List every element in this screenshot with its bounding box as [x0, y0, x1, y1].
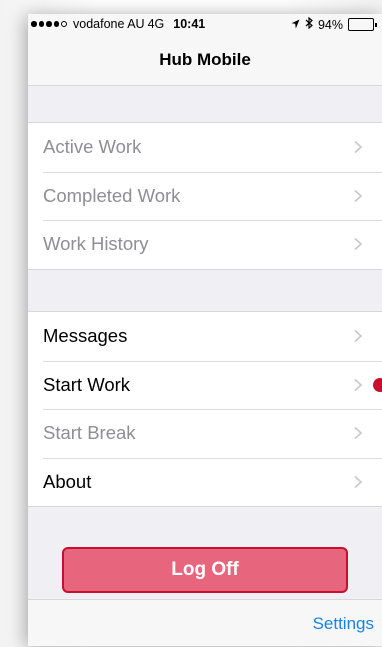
menu-item-about[interactable]: About [28, 457, 382, 507]
menu-item-start-work[interactable]: Start Work [28, 360, 382, 410]
signal-icon [31, 21, 67, 27]
chevron-right-icon [352, 329, 364, 343]
chevron-right-icon [352, 475, 364, 489]
menu-item-label: About [43, 471, 92, 493]
menu-item-active-work[interactable]: Active Work [28, 123, 382, 172]
menu-item-work-history[interactable]: Work History [28, 220, 382, 269]
chevron-right-icon [352, 140, 364, 154]
menu-item-messages[interactable]: Messages [28, 312, 382, 361]
notification-badge [373, 377, 382, 392]
screenshot-frame: vodafone AU 4G 10:41 94% Hub Mobile Acti… [0, 0, 382, 647]
status-left: vodafone AU 4G 10:41 [31, 17, 205, 31]
carrier-label: vodafone AU [73, 17, 145, 31]
page-title: Hub Mobile [159, 49, 251, 69]
bottom-toolbar: Settings [28, 599, 382, 646]
status-right: 94% [291, 16, 377, 32]
phone-screen: vodafone AU 4G 10:41 94% Hub Mobile Acti… [28, 14, 382, 646]
status-time: 10:41 [173, 17, 206, 31]
bluetooth-icon [305, 16, 313, 32]
battery-icon [348, 18, 377, 31]
location-arrow-icon [291, 18, 300, 32]
chevron-right-icon [352, 189, 364, 203]
battery-percent: 94% [317, 17, 343, 32]
menu-item-completed-work[interactable]: Completed Work [28, 171, 382, 221]
actions-menu-section: Messages Start Work Start Break About [28, 311, 382, 508]
log-off-button[interactable]: Log Off [62, 547, 348, 593]
chevron-right-icon [352, 426, 364, 440]
settings-button[interactable]: Settings [313, 614, 374, 634]
menu-item-label: Work History [43, 233, 149, 255]
navigation-bar: Hub Mobile [28, 34, 382, 86]
chevron-right-icon [352, 378, 364, 392]
network-label: 4G [147, 17, 165, 31]
menu-item-label: Start Work [43, 373, 131, 395]
menu-item-label: Start Break [43, 422, 136, 444]
menu-item-start-break[interactable]: Start Break [28, 409, 382, 458]
menu-item-label: Messages [43, 325, 128, 347]
chevron-right-icon [352, 237, 364, 251]
menu-item-label: Completed Work [43, 184, 181, 206]
status-bar: vodafone AU 4G 10:41 94% [28, 14, 382, 34]
work-menu-section: Active Work Completed Work Work History [28, 122, 382, 270]
menu-item-label: Active Work [43, 136, 142, 158]
